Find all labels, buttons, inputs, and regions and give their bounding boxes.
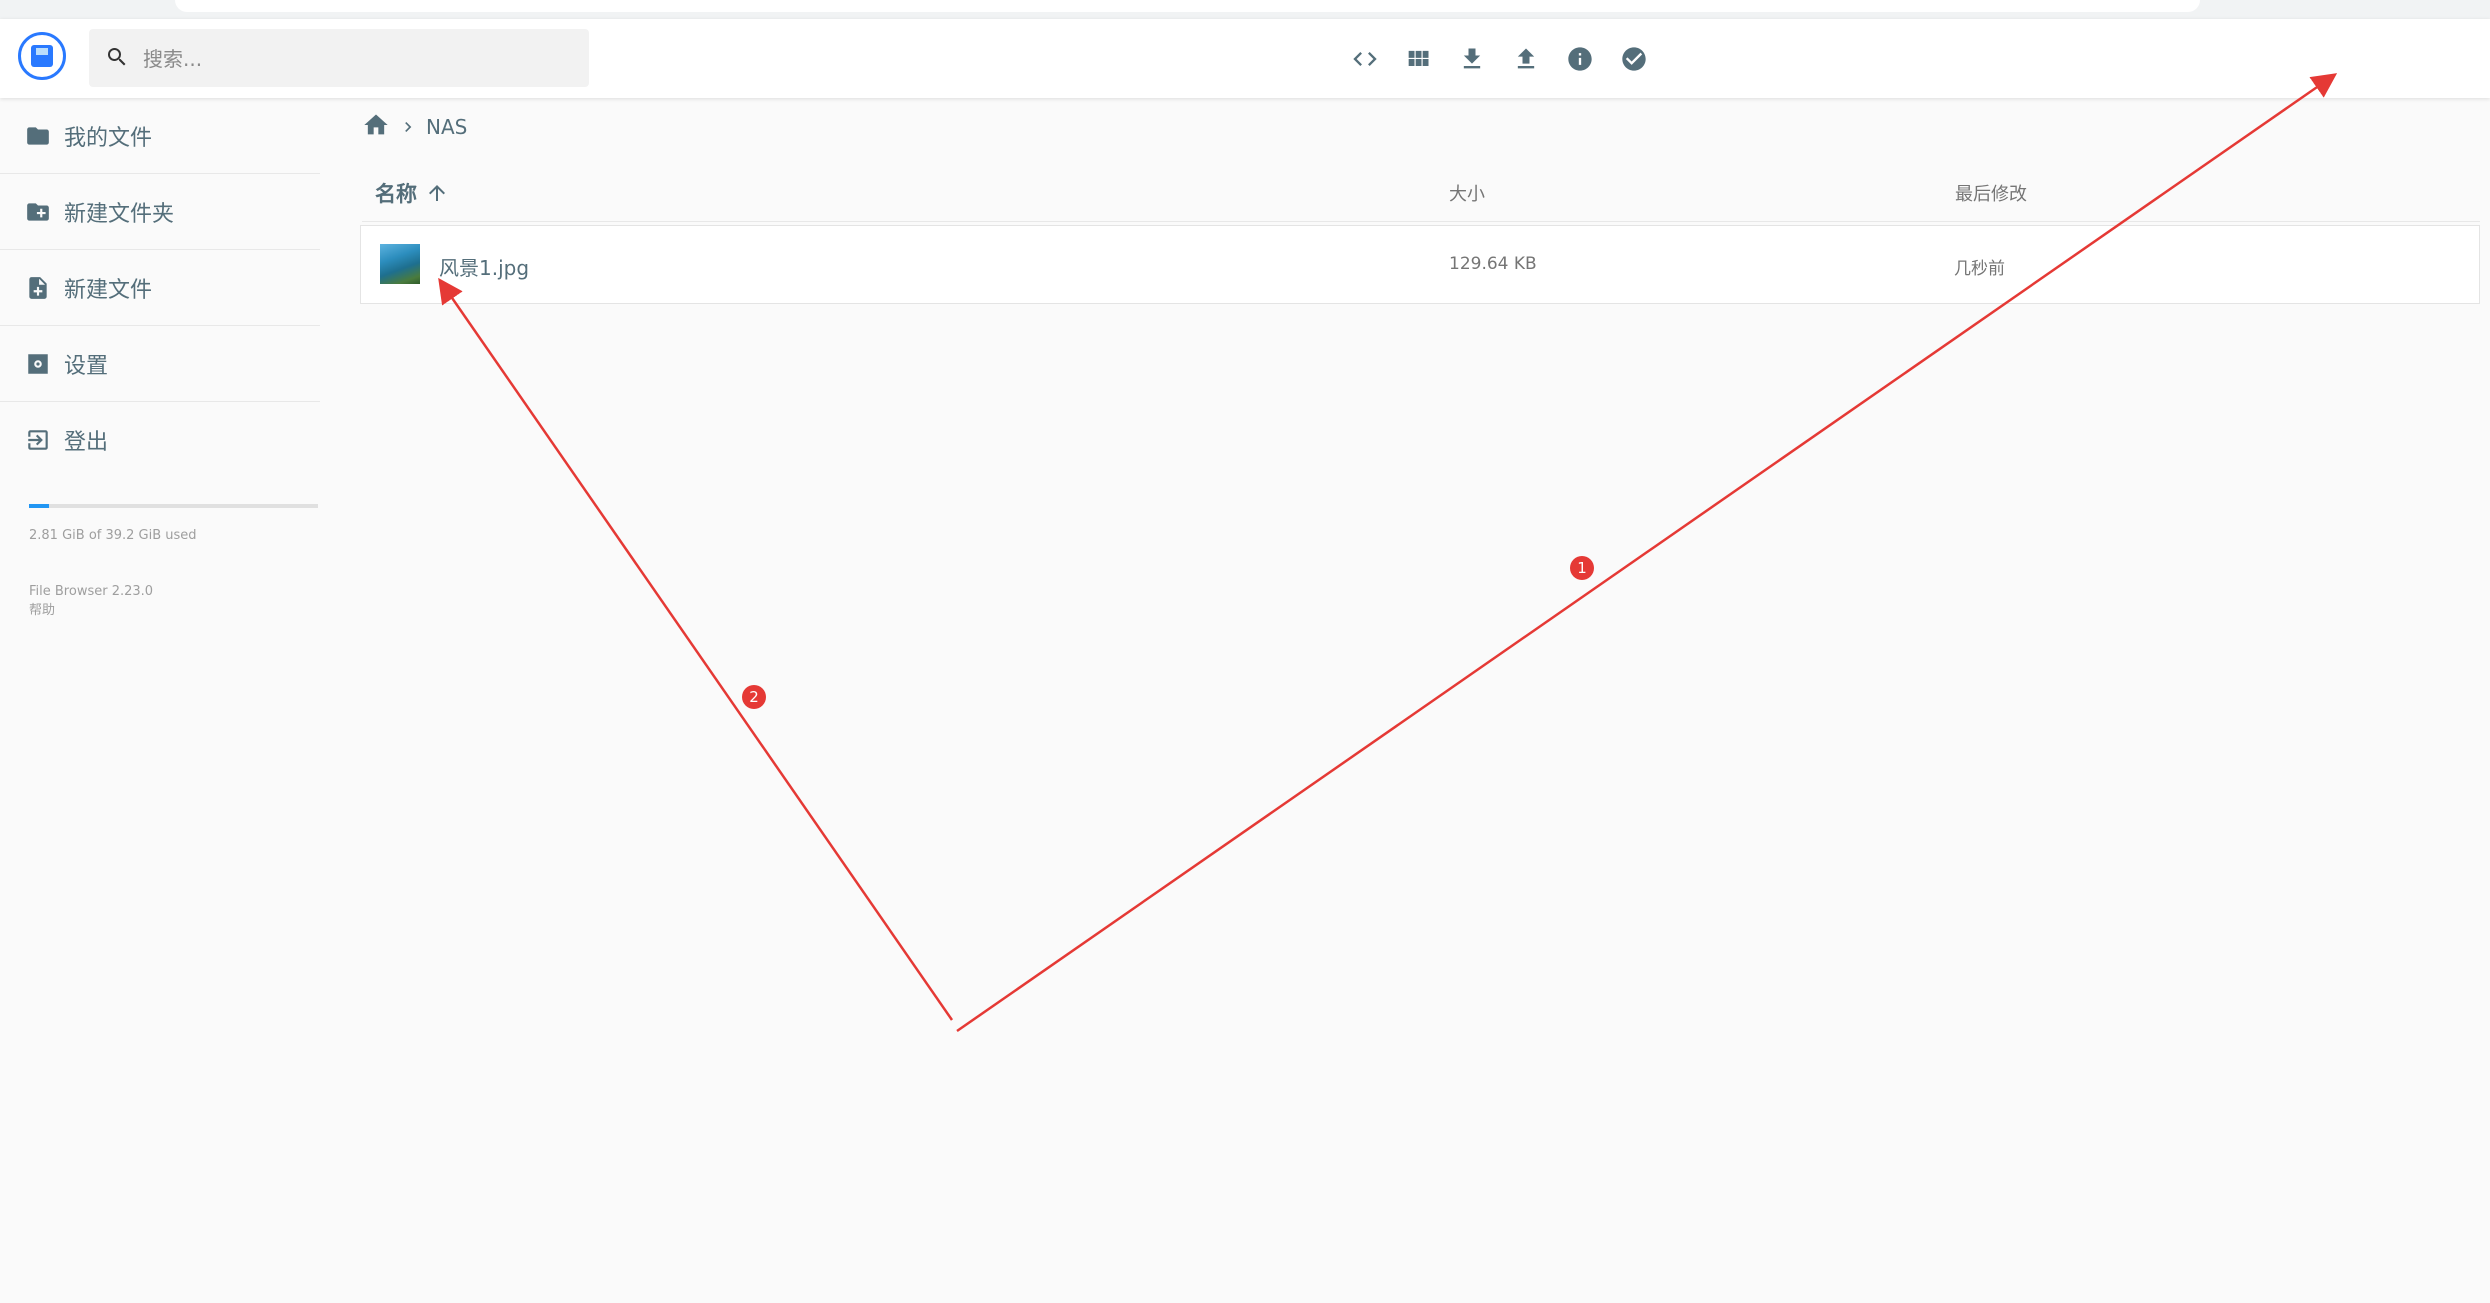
app-logo[interactable] [18,32,66,80]
create-folder-icon [25,199,51,225]
column-name[interactable]: 名称 [375,178,449,208]
download-icon[interactable] [1452,39,1492,79]
column-modified[interactable]: 最后修改 [1955,180,2027,206]
sidebar-item-settings[interactable]: 设置 [0,326,320,402]
disk-usage-fill [29,504,50,508]
image-thumbnail [380,244,420,284]
arrow-up-icon [429,185,445,201]
breadcrumb: NAS [362,112,467,142]
app-version[interactable]: File Browser 2.23.0 [29,582,153,601]
code-icon[interactable] [1345,39,1385,79]
file-size: 129.64 KB [1449,254,1537,274]
folder-icon [25,123,51,149]
sidebar-item-new-file[interactable]: 新建文件 [0,250,320,326]
file-modified: 几秒前 [1954,259,2005,279]
sidebar-item-label: 登出 [64,430,109,455]
annotation-badge-1: 1 [1570,556,1594,580]
search-icon [108,48,126,66]
disk-usage-text: 2.81 GiB of 39.2 GiB used [29,528,197,543]
grid-view-icon[interactable] [1398,39,1438,79]
annotation-arrow-2 [438,277,954,1021]
column-size[interactable]: 大小 [1449,180,1485,206]
logout-icon [25,427,51,453]
sidebar: 我的文件 新建文件夹 新建文件 设置 登出 2.81 GiB of 39.2 G… [0,98,320,1303]
sidebar-item-label: 新建文件夹 [64,201,175,227]
settings-icon [25,351,51,377]
sidebar-item-label: 新建文件 [64,277,153,303]
check-circle-icon[interactable] [1614,39,1654,79]
file-name: 风景1.jpg [439,256,530,280]
search-input[interactable] [141,41,565,77]
sidebar-item-logout[interactable]: 登出 [0,402,320,478]
sidebar-item-label: 设置 [64,353,109,379]
disk-usage-bar [29,504,318,508]
upload-icon[interactable] [1506,39,1546,79]
credits: File Browser 2.23.0 帮助 [29,582,153,620]
browser-toolbar [0,0,2490,20]
search-box[interactable] [89,29,589,87]
sidebar-item-new-folder[interactable]: 新建文件夹 [0,174,320,250]
sidebar-item-my-files[interactable]: 我的文件 [0,98,320,174]
column-name-label: 名称 [375,182,417,206]
info-icon[interactable] [1560,39,1600,79]
app-header [0,19,2490,98]
chevron-right-icon [398,117,418,137]
floppy-icon [31,45,53,67]
breadcrumb-current[interactable]: NAS [426,115,467,139]
list-header: 名称 大小 最后修改 [362,162,2480,222]
home-icon[interactable] [362,111,390,143]
table-row[interactable]: 风景1.jpg 129.64 KB 几秒前 [360,225,2480,304]
annotation-badge-2: 2 [742,685,766,709]
sidebar-item-label: 我的文件 [64,125,153,151]
address-bar[interactable] [175,0,2200,12]
help-link[interactable]: 帮助 [29,601,153,620]
new-file-icon [25,275,51,301]
